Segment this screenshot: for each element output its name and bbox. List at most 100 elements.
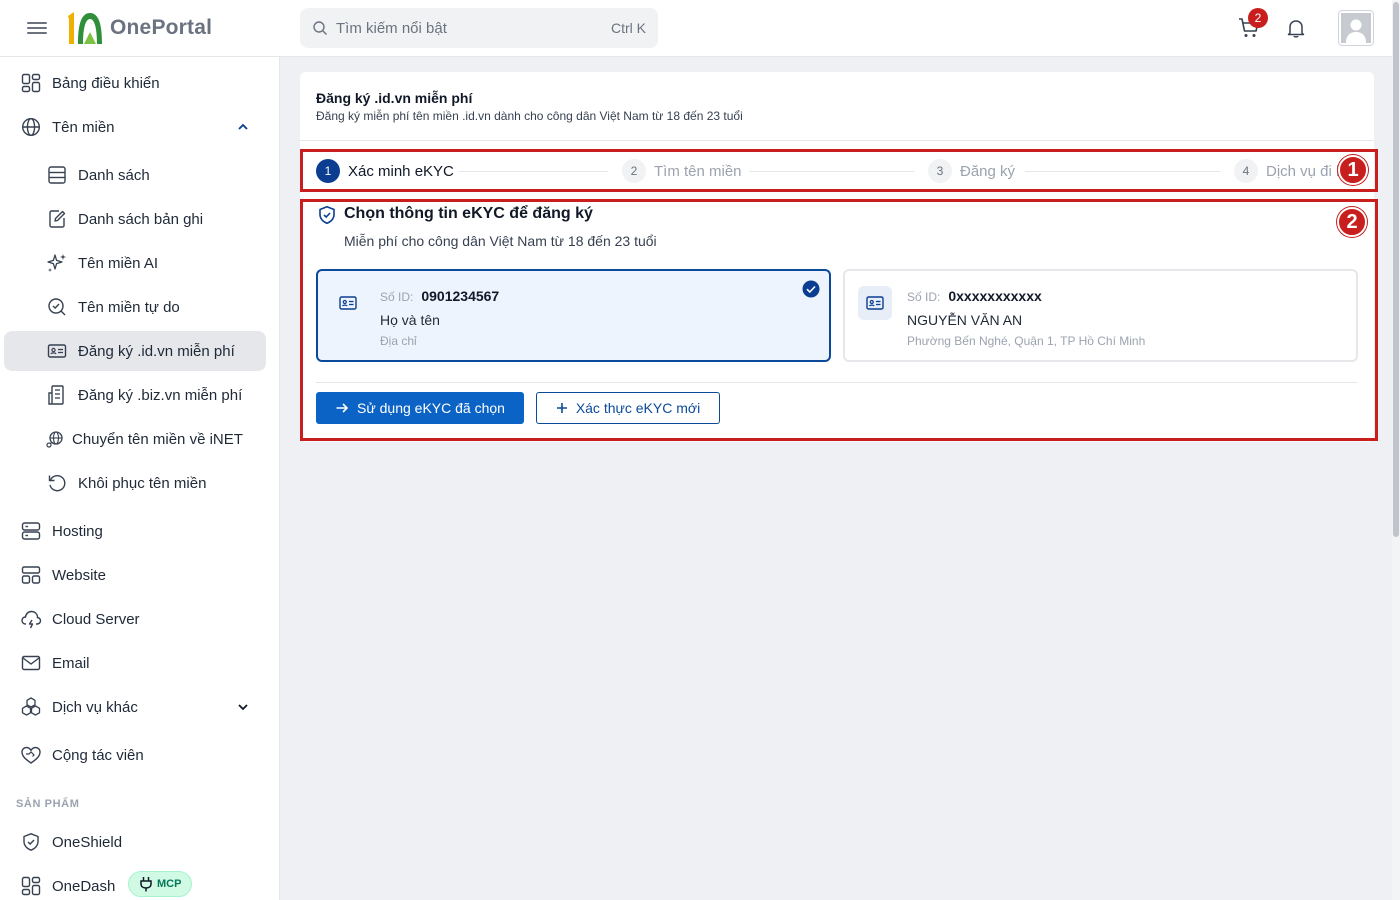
step-ekyc[interactable]: 1 Xác minh eKYC	[316, 159, 454, 183]
sidebar-item-label: Email	[52, 654, 90, 672]
search-input[interactable]	[336, 19, 611, 37]
dashboard-icon	[20, 875, 42, 897]
ekyc-card[interactable]: Số ID: 0xxxxxxxxxxx NGUYỄN VĂN AN Phường…	[843, 269, 1358, 362]
ekyc-card[interactable]: Số ID: 0901234567 Họ và tên Địa chỉ	[316, 269, 831, 362]
cart-count-badge: 2	[1248, 8, 1268, 28]
bell-icon[interactable]	[1285, 17, 1307, 39]
step-connector	[1025, 171, 1220, 172]
step-label: Xác minh eKYC	[348, 162, 454, 180]
sidebar-item-oneshield[interactable]: OneShield	[4, 822, 266, 862]
scrollbar-thumb[interactable]	[1393, 2, 1399, 537]
building-icon	[46, 384, 68, 406]
sidebar-item-label: Đăng ký .biz.vn miễn phí	[78, 386, 243, 404]
id-name: Họ và tên	[380, 312, 440, 328]
sidebar-item-label: OneDash	[52, 877, 116, 895]
search-icon	[313, 21, 327, 35]
network-globe-icon	[44, 428, 66, 450]
ekyc-title: Chọn thông tin eKYC để đăng ký	[344, 205, 593, 222]
page-title: Đăng ký .id.vn miễn phí	[316, 90, 473, 106]
search-shortcut: Ctrl K	[611, 20, 646, 36]
layout-icon	[20, 564, 42, 586]
sidebar-item-partner[interactable]: Cộng tác viên	[4, 735, 266, 775]
sidebar-item-cloud-server[interactable]: Cloud Server	[4, 599, 266, 639]
id-card-icon	[46, 340, 68, 362]
sidebar-item-dashboard[interactable]: Bảng điều khiển	[4, 63, 266, 103]
search-bar[interactable]: Ctrl K	[300, 8, 658, 48]
section-label-products: SẢN PHẨM	[16, 798, 80, 810]
sidebar-item-ai-domain[interactable]: Tên miền AI	[4, 243, 266, 283]
step-register[interactable]: 3 Đăng ký	[928, 159, 1015, 183]
step-number: 3	[928, 159, 952, 183]
sidebar-item-label: Tên miền AI	[78, 254, 159, 272]
sidebar-item-label: Hosting	[52, 522, 103, 540]
chevron-up-icon	[238, 123, 248, 130]
dashboard-icon	[20, 72, 42, 94]
sparkles-icon	[46, 252, 68, 274]
step-number: 4	[1234, 159, 1258, 183]
avatar[interactable]	[1338, 10, 1374, 46]
step-label: Đăng ký	[960, 162, 1016, 180]
shield-check-icon	[20, 831, 42, 853]
mcp-badge-label: MCP	[157, 878, 182, 890]
stepper-region: 1 Xác minh eKYC 2 Tìm tên miền 3 Đăng ký…	[300, 149, 1378, 192]
list-icon	[46, 164, 68, 186]
id-label: Số ID:	[380, 290, 414, 304]
plug-icon	[140, 877, 152, 892]
sidebar-item-transfer-domain[interactable]: Chuyển tên miền về iNET	[4, 419, 266, 459]
mail-icon	[20, 652, 42, 674]
check-circle-icon	[802, 280, 820, 298]
sidebar-item-label: Tên miền tự do	[78, 298, 180, 316]
sidebar-item-label: Tên miền	[52, 118, 115, 136]
logo-text: OnePortal	[110, 16, 213, 39]
sidebar-item-biz-vn-free[interactable]: Đăng ký .biz.vn miễn phí	[4, 375, 266, 415]
restore-icon	[46, 472, 68, 494]
search-check-icon	[46, 296, 68, 318]
sidebar-item-label: OneShield	[52, 833, 123, 851]
sidebar-item-label: Dịch vụ khác	[52, 698, 138, 716]
step-number: 2	[622, 159, 646, 183]
sidebar-item-label: Danh sách bản ghi	[78, 210, 204, 228]
divider	[300, 140, 1374, 141]
sidebar-item-label: Cloud Server	[52, 610, 140, 628]
step-connector	[458, 171, 608, 172]
sidebar-item-label: Đăng ký .id.vn miễn phí	[78, 342, 235, 360]
sidebar: Bảng điều khiển Tên miền Danh sách Danh …	[0, 57, 280, 900]
id-card-icon	[858, 286, 892, 320]
sidebar-item-id-vn-free[interactable]: Đăng ký .id.vn miễn phí	[4, 331, 266, 371]
sidebar-item-other-services[interactable]: Dịch vụ khác	[4, 687, 266, 727]
step-number: 1	[316, 159, 340, 183]
mcp-badge: MCP	[128, 871, 193, 897]
sidebar-item-free-domain[interactable]: Tên miền tự do	[4, 287, 266, 327]
sidebar-item-onedash[interactable]: OneDash MCP	[4, 866, 266, 900]
id-value: 0xxxxxxxxxxx	[948, 288, 1042, 304]
id-name: NGUYỄN VĂN AN	[907, 312, 1023, 328]
id-value: 0901234567	[421, 288, 500, 304]
sidebar-item-website[interactable]: Website	[4, 555, 266, 595]
use-selected-ekyc-button[interactable]: Sử dụng eKYC đã chọn	[316, 392, 524, 424]
top-header: OnePortal Ctrl K 2	[0, 0, 1400, 57]
sidebar-item-email[interactable]: Email	[4, 643, 266, 683]
menu-icon[interactable]	[27, 19, 47, 37]
sidebar-item-restore-domain[interactable]: Khôi phục tên miền	[4, 463, 266, 503]
sidebar-item-hosting[interactable]: Hosting	[4, 511, 266, 551]
ekyc-selection-region: Chọn thông tin eKYC để đăng ký Miễn phí …	[300, 199, 1378, 441]
handshake-heart-icon	[20, 744, 42, 766]
edit-document-icon	[46, 208, 68, 230]
id-label: Số ID:	[907, 290, 941, 304]
step-search-domain[interactable]: 2 Tìm tên miền	[622, 159, 742, 183]
sidebar-item-domain-list[interactable]: Danh sách	[4, 155, 266, 195]
shield-check-icon	[319, 206, 335, 224]
sidebar-item-label: Danh sách	[78, 166, 150, 184]
chevron-down-icon	[238, 704, 248, 711]
sidebar-item-label: Bảng điều khiển	[52, 74, 160, 92]
logo[interactable]: OnePortal	[64, 10, 212, 46]
ekyc-subtitle: Miễn phí cho công dân Việt Nam từ 18 đến…	[344, 233, 657, 249]
server-icon	[20, 520, 42, 542]
plus-icon	[556, 403, 567, 413]
annotation-marker-1: 1	[1338, 155, 1368, 185]
id-address: Phường Bến Nghé, Quận 1, TP Hồ Chí Minh	[907, 334, 1146, 348]
new-ekyc-button[interactable]: Xác thực eKYC mới	[536, 392, 720, 424]
user-avatar-icon	[1341, 13, 1371, 43]
sidebar-item-record-list[interactable]: Danh sách bản ghi	[4, 199, 266, 239]
sidebar-item-domain[interactable]: Tên miền	[4, 107, 266, 147]
